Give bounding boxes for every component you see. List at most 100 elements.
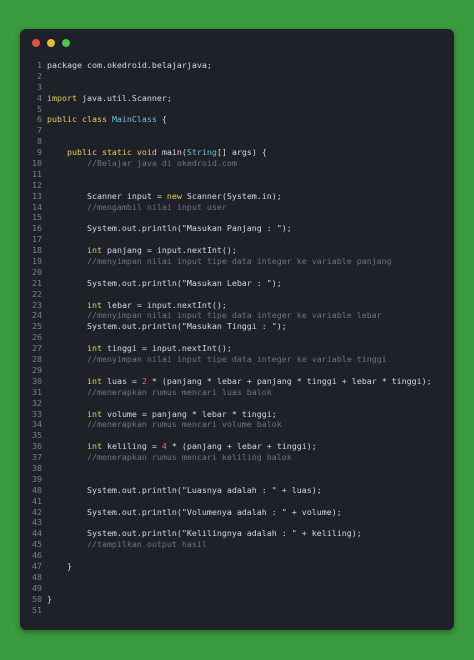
line-number: 45 bbox=[32, 539, 42, 550]
line-number: 16 bbox=[32, 223, 42, 234]
line-number: 15 bbox=[32, 212, 42, 223]
code-line: 7 bbox=[20, 125, 454, 136]
code-text: //tampilkan output hasil bbox=[47, 539, 207, 550]
line-number: 14 bbox=[32, 201, 42, 212]
code-text: //menyimpan nilai input tipe data intege… bbox=[47, 310, 382, 321]
line-number: 5 bbox=[37, 103, 42, 114]
code-line: 3 bbox=[20, 82, 454, 93]
code-text: } bbox=[47, 593, 52, 604]
code-text: int keliling = 4 * (panjang + lebar + ti… bbox=[47, 441, 317, 452]
line-number: 32 bbox=[32, 397, 42, 408]
code-line: 17 bbox=[20, 234, 454, 245]
line-number: 37 bbox=[32, 452, 42, 463]
code-line: 2 bbox=[20, 71, 454, 82]
line-number: 8 bbox=[37, 136, 42, 147]
code-line: 24 //menyimpan nilai input tipe data int… bbox=[20, 310, 454, 321]
line-number: 41 bbox=[32, 495, 42, 506]
code-line: 35 bbox=[20, 430, 454, 441]
code-line: 34 //menerapkan rumus mencari volume bal… bbox=[20, 419, 454, 430]
line-number: 9 bbox=[37, 147, 42, 158]
code-line: 40 System.out.println("Luasnya adalah : … bbox=[20, 485, 454, 496]
code-line: 50} bbox=[20, 594, 454, 605]
code-line: 1 package com.okedroid.belajarjava; bbox=[20, 60, 454, 71]
code-text: int tinggi = input.nextInt(); bbox=[47, 343, 232, 354]
code-line: 49 bbox=[20, 583, 454, 594]
line-number: 40 bbox=[32, 484, 42, 495]
code-text: int volume = panjang * lebar * tinggi; bbox=[47, 408, 277, 419]
line-number: 36 bbox=[32, 441, 42, 452]
line-number: 30 bbox=[32, 375, 42, 386]
code-text: System.out.println("Masukan Panjang : ")… bbox=[47, 223, 292, 234]
code-line: 25 System.out.println("Masukan Tinggi : … bbox=[20, 321, 454, 332]
line-number: 2 bbox=[37, 70, 42, 81]
window-controls bbox=[32, 39, 70, 47]
code-text: //menerapkan rumus mencari keliling balo… bbox=[47, 452, 292, 463]
line-number: 21 bbox=[32, 277, 42, 288]
line-number: 27 bbox=[32, 343, 42, 354]
code-line: 33 int volume = panjang * lebar * tinggi… bbox=[20, 409, 454, 420]
line-number: 18 bbox=[32, 245, 42, 256]
line-number: 23 bbox=[32, 299, 42, 310]
code-text: //menyimpan nilai input tipe data intege… bbox=[47, 256, 392, 267]
code-line: 51 bbox=[20, 605, 454, 616]
code-block: 1 package com.okedroid.belajarjava; 2 3 4 imp… bbox=[20, 60, 454, 615]
code-text: Scanner input = new Scanner(System.in); bbox=[47, 190, 282, 201]
code-line: 14 //mengambil nilai input user bbox=[20, 202, 454, 213]
line-number: 49 bbox=[32, 582, 42, 593]
code-line: 28 //menyimpan nilai input tipe data int… bbox=[20, 354, 454, 365]
code-line: 26 bbox=[20, 332, 454, 343]
minimize-dot-icon[interactable] bbox=[47, 39, 55, 47]
line-number: 25 bbox=[32, 321, 42, 332]
code-text: System.out.println("Masukan Tinggi : "); bbox=[47, 321, 287, 332]
code-line: 4 import java.util.Scanner; bbox=[20, 93, 454, 104]
maximize-dot-icon[interactable] bbox=[62, 39, 70, 47]
code-text: import java.util.Scanner; bbox=[47, 92, 172, 103]
code-line: 32 bbox=[20, 398, 454, 409]
line-number: 28 bbox=[32, 354, 42, 365]
code-line: 11 bbox=[20, 169, 454, 180]
code-text: //menerapkan rumus mencari volume balok bbox=[47, 419, 282, 430]
line-number: 35 bbox=[32, 430, 42, 441]
code-text: int luas = 2 * (panjang * lebar + panjan… bbox=[47, 375, 432, 386]
code-line: 21 System.out.println("Masukan Lebar : "… bbox=[20, 278, 454, 289]
line-number: 51 bbox=[32, 604, 42, 615]
line-number: 17 bbox=[32, 234, 42, 245]
line-number: 38 bbox=[32, 462, 42, 473]
line-number: 34 bbox=[32, 419, 42, 430]
code-line: 6 public class MainClass { bbox=[20, 114, 454, 125]
code-line: 46 bbox=[20, 550, 454, 561]
line-number: 39 bbox=[32, 473, 42, 484]
code-line: 38 bbox=[20, 463, 454, 474]
code-text: } bbox=[47, 560, 72, 571]
close-dot-icon[interactable] bbox=[32, 39, 40, 47]
line-number: 29 bbox=[32, 364, 42, 375]
line-number: 50 bbox=[32, 593, 42, 604]
code-line: 22 bbox=[20, 289, 454, 300]
code-text: //mengambil nilai input user bbox=[47, 201, 227, 212]
code-line: 27 int tinggi = input.nextInt(); bbox=[20, 343, 454, 354]
code-line: 13 Scanner input = new Scanner(System.in… bbox=[20, 191, 454, 202]
code-text: System.out.println("Kelilingnya adalah :… bbox=[47, 528, 362, 539]
line-number: 48 bbox=[32, 571, 42, 582]
code-line: 12 bbox=[20, 180, 454, 191]
code-line: 18 int panjang = input.nextInt(); bbox=[20, 245, 454, 256]
code-line: 16 System.out.println("Masukan Panjang :… bbox=[20, 223, 454, 234]
code-text: int lebar = input.nextInt(); bbox=[47, 299, 227, 310]
line-number: 7 bbox=[37, 125, 42, 136]
code-line: 45 //tampilkan output hasil bbox=[20, 539, 454, 550]
line-number: 33 bbox=[32, 408, 42, 419]
line-number: 22 bbox=[32, 288, 42, 299]
line-number: 13 bbox=[32, 190, 42, 201]
code-text: public class MainClass { bbox=[47, 114, 167, 125]
code-line: 5 bbox=[20, 104, 454, 115]
code-line: 23 int lebar = input.nextInt(); bbox=[20, 300, 454, 311]
line-number: 19 bbox=[32, 256, 42, 267]
line-number: 31 bbox=[32, 386, 42, 397]
code-text: public static void main(String[] args) { bbox=[47, 147, 267, 158]
code-line: 37 //menerapkan rumus mencari keliling b… bbox=[20, 452, 454, 463]
code-line: 19 //menyimpan nilai input tipe data int… bbox=[20, 256, 454, 267]
code-text: //Belajar java di okedroid.com bbox=[47, 158, 237, 169]
line-number: 11 bbox=[32, 168, 42, 179]
code-line: 48 bbox=[20, 572, 454, 583]
code-line: 10 //Belajar java di okedroid.com bbox=[20, 158, 454, 169]
